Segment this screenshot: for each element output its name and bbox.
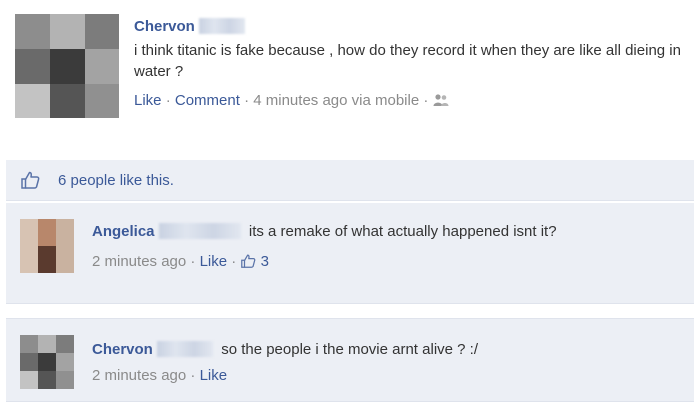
comment-like-link[interactable]: Like: [200, 253, 228, 270]
comment-like-link[interactable]: Like: [200, 367, 228, 384]
commenter-avatar[interactable]: [20, 219, 74, 273]
comment-timestamp[interactable]: 2 minutes ago: [92, 367, 186, 384]
post-author-name[interactable]: Chervon: [134, 18, 195, 35]
comment-text: its a remake of what actually happened i…: [248, 223, 557, 240]
likes-summary-link[interactable]: 6 people like this.: [58, 172, 174, 189]
likes-summary-bar: 6 people like this.: [6, 160, 694, 201]
like-count-value: 3: [260, 253, 269, 270]
comment-author-name[interactable]: Chervon: [92, 341, 153, 358]
separator: ·: [423, 92, 429, 109]
separator: ·: [231, 253, 237, 270]
thumbs-up-icon: [240, 253, 256, 275]
separator: ·: [244, 92, 250, 109]
comment-author-name[interactable]: Angelica: [92, 223, 155, 240]
audience-icon[interactable]: [433, 93, 449, 111]
post-like-link[interactable]: Like: [134, 92, 162, 109]
post-comment-link[interactable]: Comment: [175, 92, 240, 109]
post-text: i think titanic is fake because , how do…: [134, 42, 681, 80]
author-avatar[interactable]: [15, 14, 119, 118]
redacted-surname: [199, 18, 246, 34]
status-post: Chervon i think titanic is fake because …: [0, 0, 700, 152]
comment-item: Chervon so the people i the movie arnt a…: [6, 318, 694, 402]
comment-like-count[interactable]: 3: [240, 253, 269, 270]
separator: ·: [190, 367, 196, 384]
comment-item: Angelica its a remake of what actually h…: [6, 203, 694, 304]
redacted-surname: [158, 223, 241, 239]
separator: ·: [165, 92, 171, 109]
thumbs-up-icon: [20, 171, 40, 193]
redacted-surname: [157, 341, 214, 357]
comment-timestamp[interactable]: 2 minutes ago: [92, 253, 186, 270]
separator: ·: [190, 253, 196, 270]
post-timestamp[interactable]: 4 minutes ago via mobile: [253, 92, 419, 109]
commenter-avatar[interactable]: [20, 335, 74, 389]
comment-text: so the people i the movie arnt alive ? :…: [221, 341, 479, 358]
